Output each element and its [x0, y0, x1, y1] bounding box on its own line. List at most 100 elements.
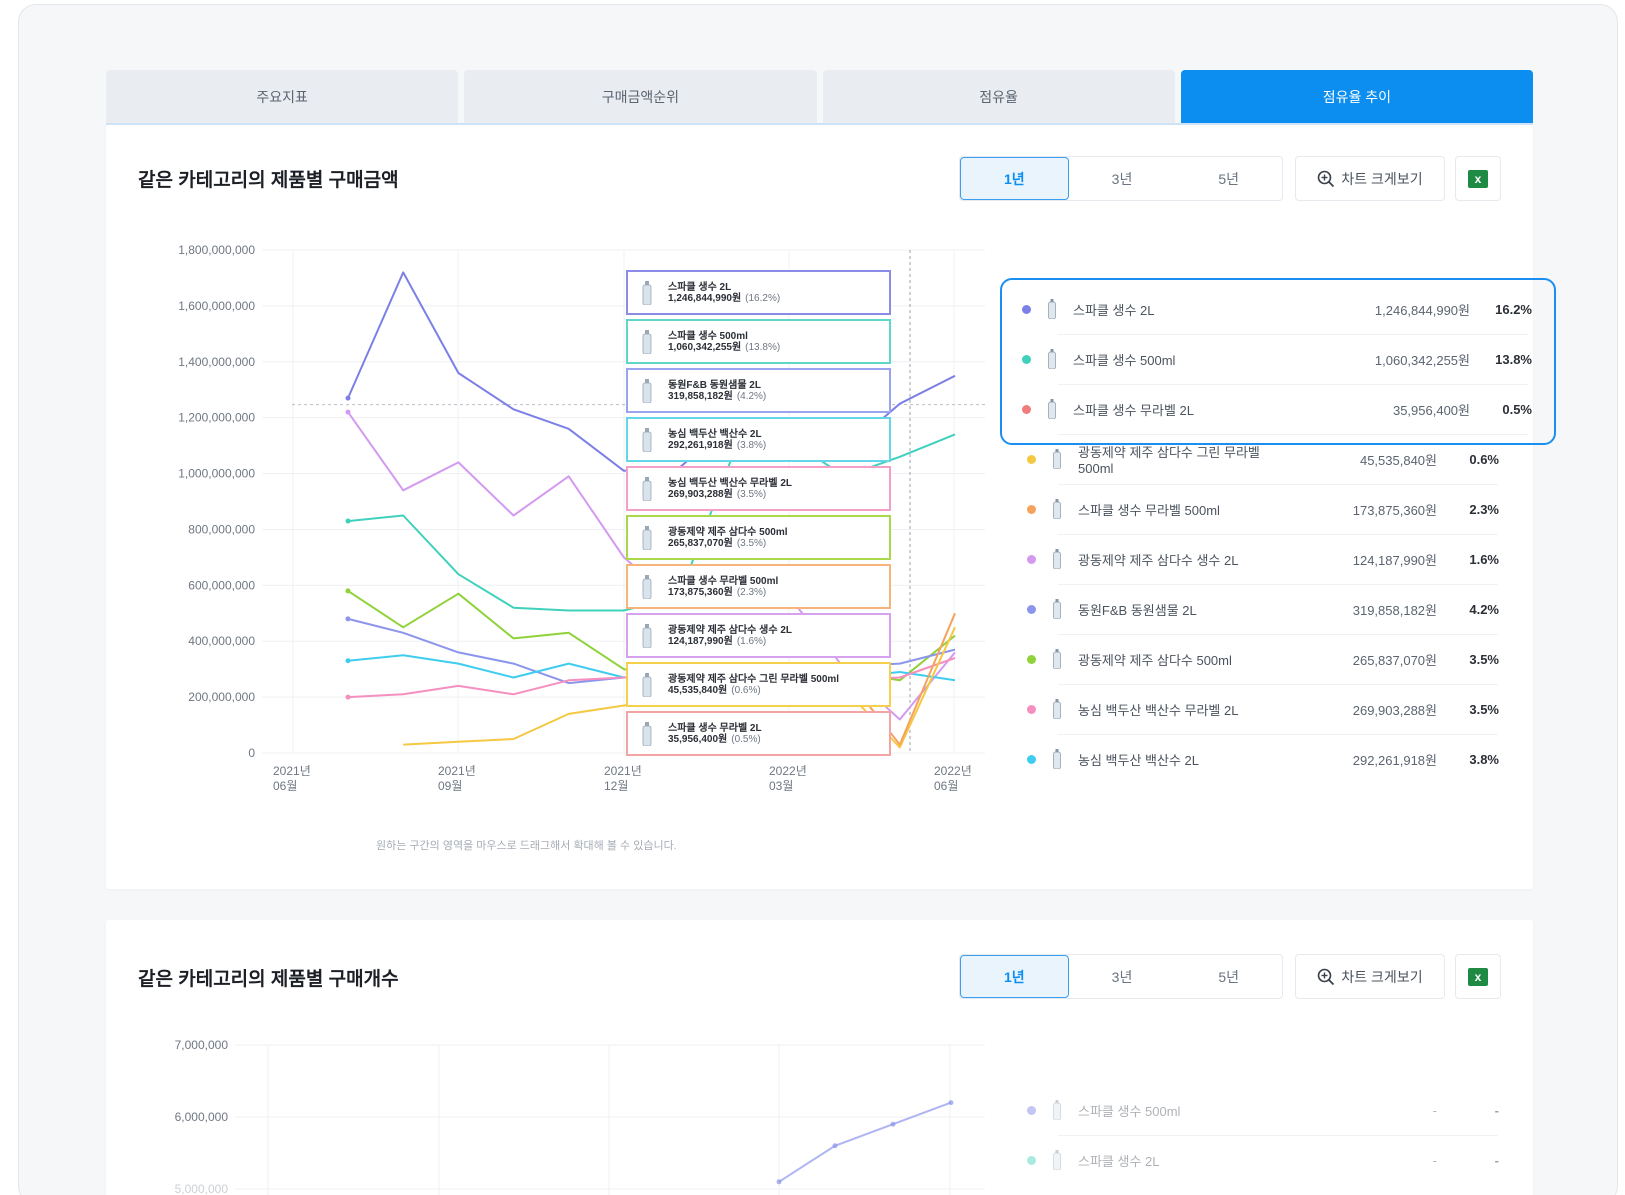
tooltip-product-name: 농심 백두산 백산수 무라벨 2L: [668, 477, 792, 489]
product-thumbnail-icon: [636, 572, 658, 602]
tooltip-product-name: 스파클 생수 2L: [668, 281, 732, 293]
series-color-dot: [1027, 1155, 1036, 1165]
tab-share-trend[interactable]: 점유율 추이: [1180, 70, 1533, 124]
tooltip-share-percent: (16.2%): [745, 292, 781, 304]
legend-product-name: 농심 백두산 백산수 2L: [1078, 752, 1199, 768]
product-thumbnail-icon: [1050, 598, 1064, 620]
tab-purchase-ranking[interactable]: 구매금액순위: [464, 70, 817, 124]
tooltip-value: 35,956,400원: [668, 733, 728, 745]
legend-product-name: 광동제약 제주 삼다수 그린 무라벨 500ml: [1078, 445, 1260, 476]
series-color-dot: [1027, 654, 1036, 664]
series-color-dot: [1027, 604, 1036, 614]
legend-share-percent: 1.6%: [1469, 551, 1499, 567]
legend-product-name: 동원F&B 동원샘물 2L: [1078, 602, 1197, 618]
period-5y-button[interactable]: 5년: [1175, 955, 1282, 998]
legend-item[interactable]: 농심 백두산 백산수 무라벨 2L 269,903,288원 3.5%: [1027, 684, 1499, 734]
legend-item[interactable]: 광동제약 제주 삼다수 그린 무라벨 500ml 45,535,840원 0.6%: [1027, 434, 1499, 484]
tooltip-value: 292,261,918원: [668, 439, 733, 451]
legend-item[interactable]: 광동제약 제주 삼다수 생수 2L 124,187,990원 1.6%: [1027, 534, 1499, 584]
tooltip-share-percent: (1.6%): [736, 635, 767, 647]
product-thumbnail-icon: [1045, 348, 1059, 370]
tooltip-share-percent: (3.5%): [736, 488, 767, 500]
legend-item[interactable]: 스파클 생수 500ml 1,060,342,255원 13.8%: [1022, 334, 1532, 384]
product-thumbnail-icon: [1050, 548, 1064, 570]
legend-item[interactable]: 스파클 생수 2L - -: [1027, 1135, 1499, 1185]
tooltip-value: 265,837,070원: [668, 537, 733, 549]
legend-item[interactable]: 스파클 생수 무라벨 2L 35,956,400원 0.5%: [1022, 384, 1532, 434]
legend-product-name: 스파클 생수 500ml: [1073, 352, 1176, 368]
excel-download-button[interactable]: x: [1455, 954, 1501, 999]
tooltip-product-name: 스파클 생수 무라벨 2L: [668, 722, 762, 734]
legend-item[interactable]: 농심 백두산 백산수 2L 292,261,918원 3.8%: [1027, 734, 1499, 784]
legend-amount: 45,535,840원: [1359, 452, 1437, 468]
tooltip-row: 스파클 생수 2L 1,246,844,990원 (16.2%): [626, 270, 891, 315]
legend-item[interactable]: 스파클 생수 무라벨 500ml 173,875,360원 2.3%: [1027, 484, 1499, 534]
legend-product-name: 광동제약 제주 삼다수 500ml: [1078, 652, 1232, 668]
product-thumbnail-icon: [636, 425, 658, 455]
legend-amount: 269,903,288원: [1352, 702, 1437, 718]
tooltip-product-name: 광동제약 제주 삼다수 500ml: [668, 526, 788, 538]
legend-amount: 1,060,342,255원: [1374, 352, 1470, 368]
product-thumbnail-icon: [636, 719, 658, 749]
series-color-dot: [1027, 554, 1036, 564]
legend-share-percent: 2.3%: [1469, 501, 1499, 517]
product-thumbnail-icon: [636, 523, 658, 553]
product-thumbnail-icon: [636, 670, 658, 700]
tooltip-share-percent: (3.5%): [736, 537, 767, 549]
product-thumbnail-icon: [636, 376, 658, 406]
excel-icon: x: [1468, 169, 1488, 188]
tooltip-row: 광동제약 제주 삼다수 500ml 265,837,070원 (3.5%): [626, 515, 891, 560]
tooltip-row: 스파클 생수 무라벨 500ml 173,875,360원 (2.3%): [626, 564, 891, 609]
legend-item[interactable]: 동원F&B 동원샘물 2L 319,858,182원 4.2%: [1027, 584, 1499, 634]
chart-enlarge-button[interactable]: 차트 크게보기: [1295, 954, 1445, 999]
period-selector: 1년 3년 5년: [959, 156, 1283, 201]
legend-amount: 35,956,400원: [1392, 402, 1470, 418]
tooltip-row: 동원F&B 동원샘물 2L 319,858,182원 (4.2%): [626, 368, 891, 413]
legend-share-percent: 4.2%: [1469, 601, 1499, 617]
section-title: 같은 카테고리의 제품별 구매개수: [138, 969, 399, 990]
chart-enlarge-button[interactable]: 차트 크게보기: [1295, 156, 1445, 201]
tooltip-share-percent: (4.2%): [736, 390, 767, 402]
tooltip-value: 45,535,840원: [668, 684, 728, 696]
tooltip-share-percent: (0.6%): [731, 684, 761, 696]
legend-item[interactable]: 광동제약 제주 삼다수 500ml 265,837,070원 3.5%: [1027, 634, 1499, 684]
legend-item[interactable]: 스파클 생수 500ml - -: [1027, 1085, 1499, 1135]
chart-enlarge-label: 차트 크게보기: [1341, 968, 1423, 985]
legend-share-percent: -: [1494, 1102, 1499, 1118]
legend-amount: 292,261,918원: [1352, 752, 1437, 768]
period-1y-button[interactable]: 1년: [960, 157, 1069, 200]
period-selector: 1년 3년 5년: [959, 954, 1283, 999]
product-thumbnail-icon: [1050, 1149, 1064, 1171]
product-thumbnail-icon: [1050, 498, 1064, 520]
period-3y-button[interactable]: 3년: [1069, 157, 1176, 200]
legend-item[interactable]: 스파클 생수 2L 1,246,844,990원 16.2%: [1022, 284, 1532, 334]
period-5y-button[interactable]: 5년: [1175, 157, 1282, 200]
legend-amount: 1,246,844,990원: [1374, 302, 1470, 318]
excel-download-button[interactable]: x: [1455, 156, 1501, 201]
tooltip-share-percent: (0.5%): [731, 733, 761, 745]
legend-share-percent: 3.5%: [1469, 701, 1499, 717]
excel-icon: x: [1468, 967, 1488, 986]
tooltip-product-name: 농심 백두산 백산수 2L: [668, 428, 762, 440]
product-thumbnail-icon: [1050, 1099, 1064, 1121]
tooltip-share-percent: (13.8%): [745, 341, 781, 353]
tooltip-product-name: 스파클 생수 무라벨 500ml: [668, 575, 779, 587]
product-thumbnail-icon: [636, 474, 658, 504]
legend-product-name: 농심 백두산 백산수 무라벨 2L: [1078, 702, 1239, 718]
tab-key-metrics[interactable]: 주요지표: [106, 70, 459, 124]
period-1y-button[interactable]: 1년: [960, 955, 1069, 998]
legend-product-name: 광동제약 제주 삼다수 생수 2L: [1078, 552, 1239, 568]
legend-share-percent: -: [1494, 1152, 1499, 1168]
legend-product-name: 스파클 생수 무라벨 2L: [1073, 402, 1194, 418]
tab-share[interactable]: 점유율: [822, 70, 1175, 124]
legend-share-percent: 3.8%: [1469, 751, 1499, 767]
tooltip-product-name: 광동제약 제주 삼다수 생수 2L: [668, 624, 792, 636]
tooltip-value: 1,246,844,990원: [668, 292, 742, 304]
chart-enlarge-label: 차트 크게보기: [1341, 170, 1423, 187]
series-color-dot: [1027, 754, 1036, 764]
product-thumbnail-icon: [1050, 448, 1064, 470]
tooltip-product-name: 스파클 생수 500ml: [668, 330, 748, 342]
tooltip-row: 광동제약 제주 삼다수 생수 2L 124,187,990원 (1.6%): [626, 613, 891, 658]
legend-amount: -: [1432, 1102, 1437, 1118]
period-3y-button[interactable]: 3년: [1069, 955, 1176, 998]
